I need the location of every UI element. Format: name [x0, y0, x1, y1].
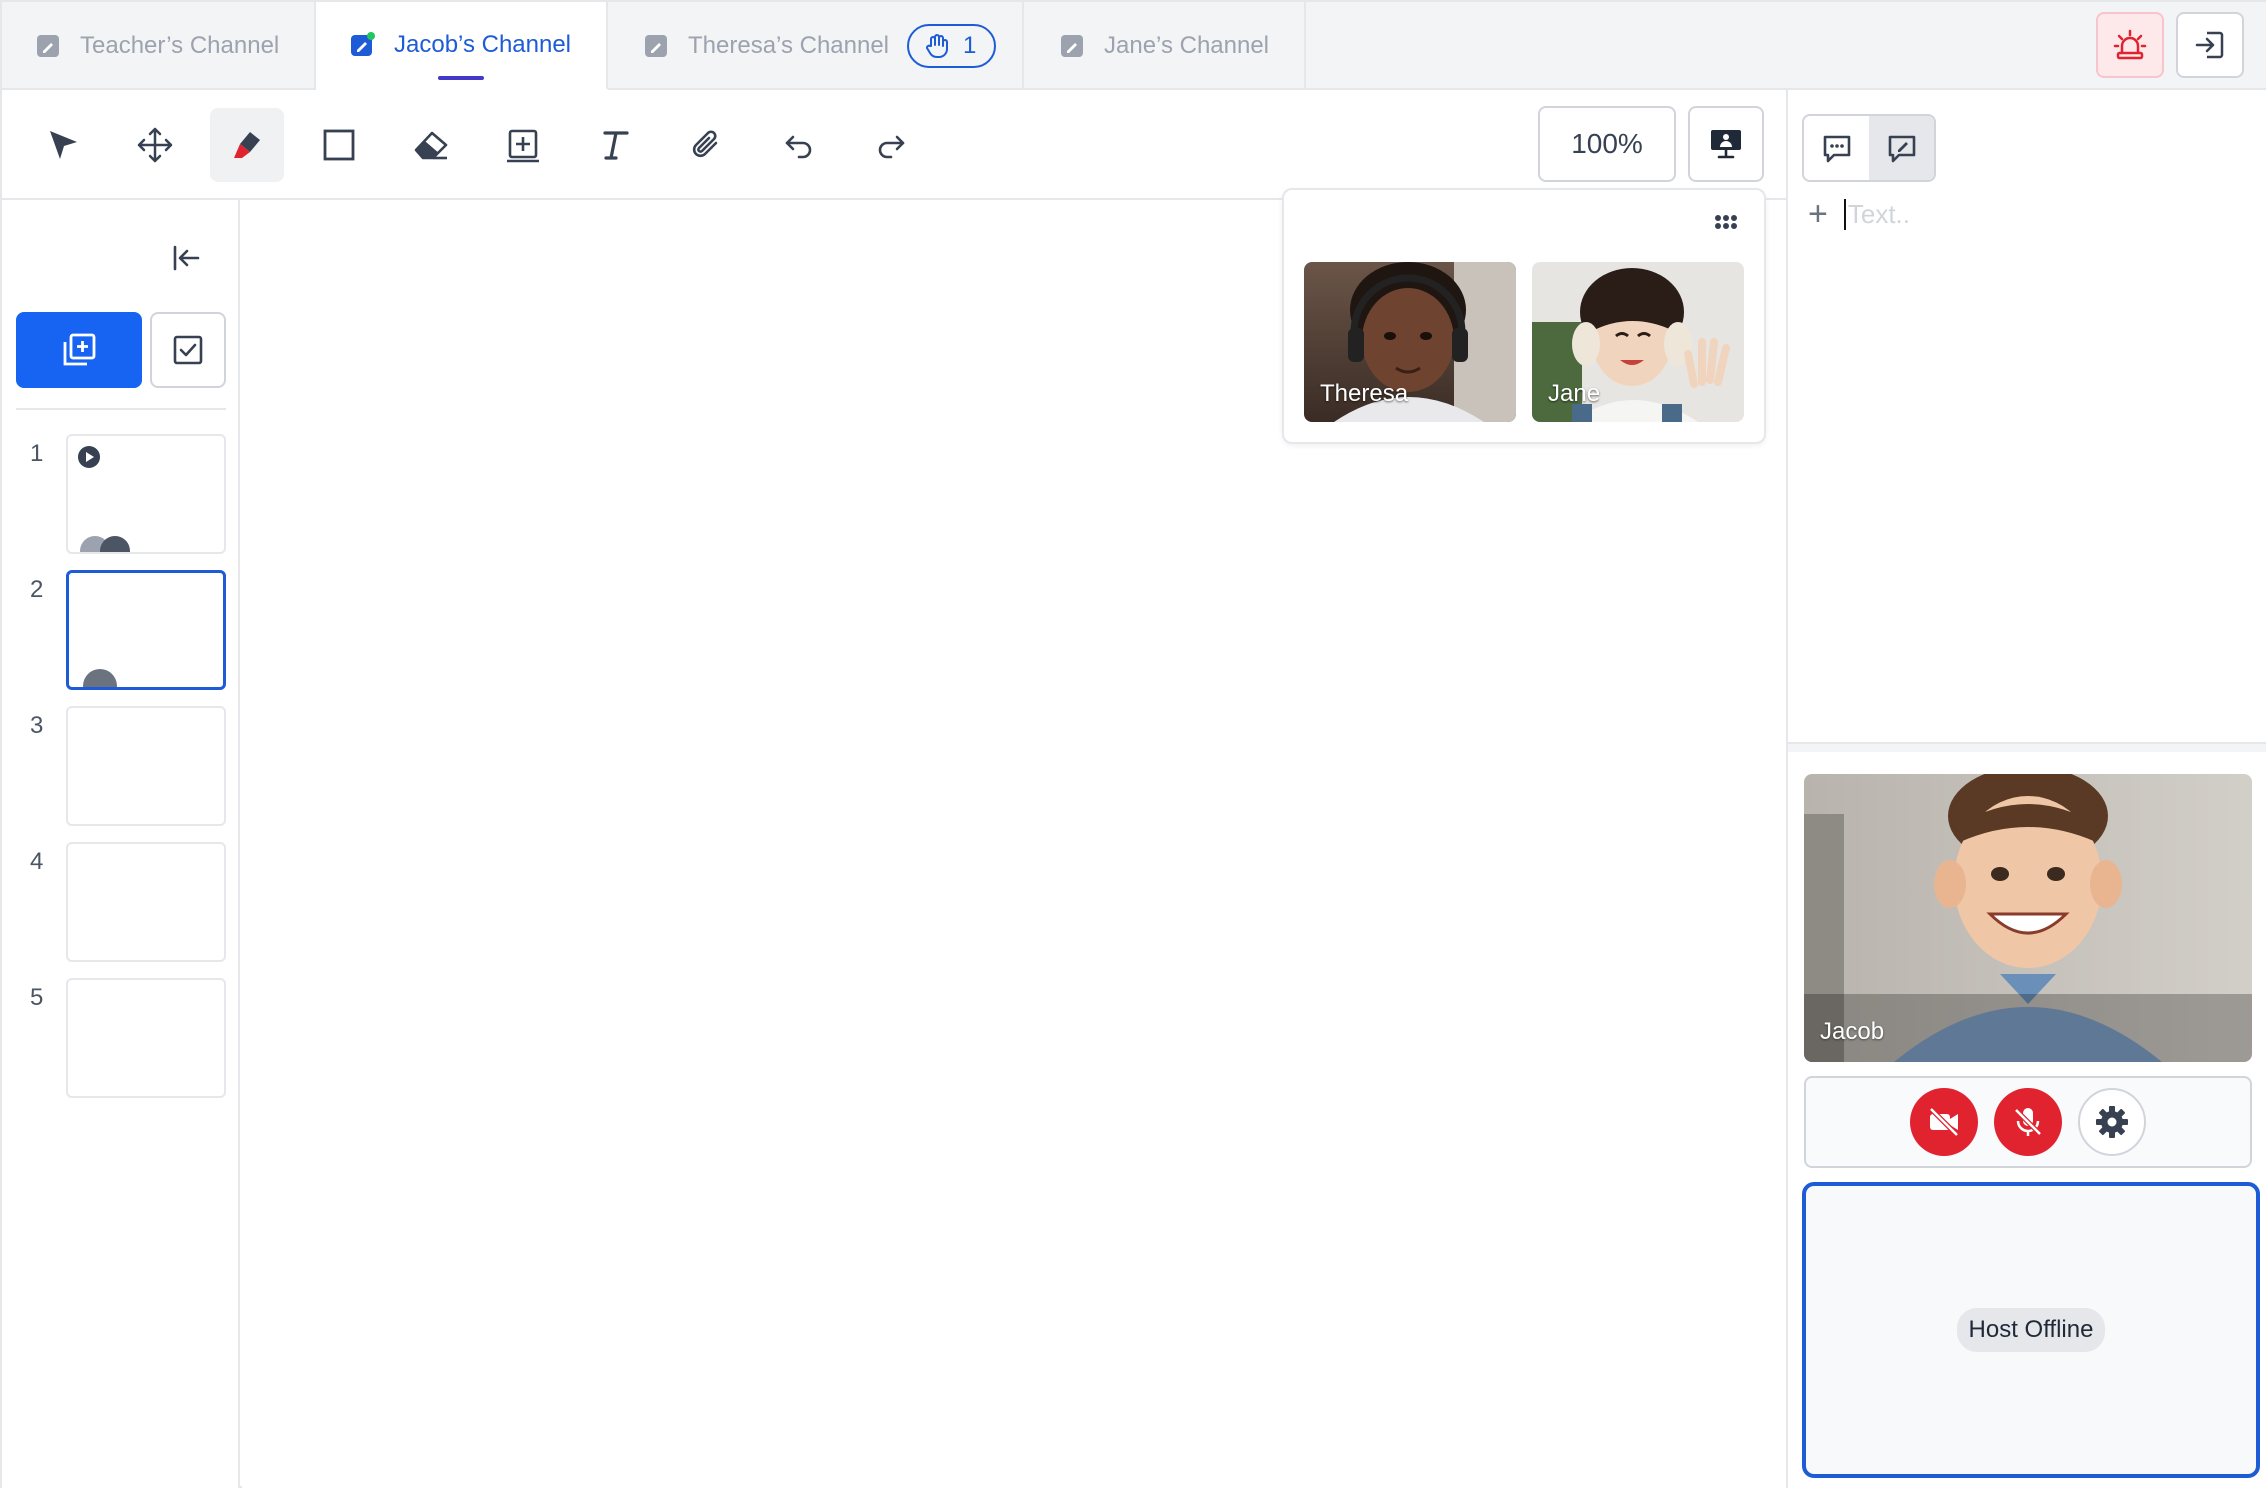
- active-tab-indicator: [438, 76, 484, 80]
- annotation-chat-button[interactable]: [1869, 116, 1934, 180]
- slide-panel: 1 2 3 4 5: [2, 200, 240, 1488]
- present-screen-button[interactable]: [1688, 106, 1764, 182]
- play-icon: [78, 446, 100, 468]
- chat-button[interactable]: [1804, 116, 1869, 180]
- student-name: Jane: [1548, 380, 1601, 407]
- alarm-siren-icon: [2113, 29, 2147, 60]
- tab-label: Jane’s Channel: [1104, 32, 1270, 59]
- slide-thumbnail[interactable]: [66, 706, 226, 826]
- panel-divider: [16, 408, 226, 410]
- avatar: [100, 536, 130, 552]
- exit-icon: [2195, 31, 2224, 59]
- redo-icon: [878, 135, 905, 159]
- slide-thumbnail[interactable]: [66, 978, 226, 1098]
- move-tool-button[interactable]: [118, 108, 192, 182]
- add-slide-icon: [63, 333, 96, 366]
- host-status-badge: Host Offline: [1956, 1308, 2106, 1352]
- students-video-popover: Theresa Jane: [1282, 188, 1766, 444]
- gear-icon: [2096, 1106, 2128, 1138]
- alarm-button[interactable]: [2096, 12, 2164, 78]
- note-input-row: +: [1808, 194, 2248, 234]
- student-name: Theresa: [1320, 380, 1409, 407]
- media-controls-bar: [1804, 1076, 2252, 1168]
- undo-button[interactable]: [762, 108, 836, 182]
- panel-divider: [1788, 742, 2266, 752]
- self-video-tile: Jacob: [1804, 774, 2252, 1062]
- host-video-tile: Host Offline: [1802, 1182, 2260, 1478]
- pen-tool-button[interactable]: [210, 108, 284, 182]
- rectangle-tool-button[interactable]: [302, 108, 376, 182]
- channel-tab-bar: Teacher’s Channel Jacob’s Channel Theres…: [2, 2, 2266, 90]
- chat-mode-toggle: [1802, 114, 1936, 182]
- add-box-icon: [507, 129, 539, 163]
- camera-toggle-button[interactable]: [1910, 1088, 1978, 1156]
- microphone-off-icon: [2014, 1108, 2042, 1136]
- undo-icon: [785, 135, 812, 159]
- edit-note-icon: [645, 35, 667, 57]
- slide-thumbnail[interactable]: [66, 842, 226, 962]
- tab-theresas-channel[interactable]: Theresa’s Channel 1: [608, 2, 1024, 90]
- collapse-left-icon: [173, 245, 200, 271]
- slide-item[interactable]: 1: [2, 434, 240, 556]
- slide-thumbnail-selected[interactable]: [66, 570, 226, 690]
- edit-note-icon: [37, 35, 59, 57]
- slide-item[interactable]: 2: [2, 570, 240, 692]
- student-video-tile[interactable]: Theresa: [1304, 262, 1516, 422]
- chat-bubble-icon: [1823, 135, 1850, 163]
- settings-button[interactable]: [2078, 1088, 2146, 1156]
- right-side-panel: + Jacob: [1786, 90, 2266, 1488]
- text-icon: [603, 131, 629, 160]
- presentation-icon: [1711, 130, 1741, 159]
- rectangle-icon: [323, 129, 355, 161]
- slide-number: 4: [30, 848, 44, 875]
- slide-item[interactable]: 4: [2, 842, 240, 964]
- eraser-tool-button[interactable]: [394, 108, 468, 182]
- pen-icon: [234, 132, 260, 158]
- tab-label: Jacob’s Channel: [394, 31, 572, 58]
- tab-janes-channel[interactable]: Jane’s Channel: [1024, 2, 1306, 90]
- self-name-label: Jacob: [1820, 1018, 1885, 1045]
- camera-off-icon: [1929, 1107, 1959, 1137]
- drawing-toolbar: 100%: [2, 90, 1786, 200]
- slide-number: 5: [30, 984, 44, 1011]
- collapse-panel-button[interactable]: [166, 238, 206, 278]
- zoom-level-button[interactable]: 100%: [1538, 106, 1676, 182]
- select-slides-button[interactable]: [150, 312, 226, 388]
- tab-jacobs-channel[interactable]: Jacob’s Channel: [316, 2, 608, 90]
- raised-hand-icon: [926, 34, 949, 59]
- slide-item[interactable]: 5: [2, 978, 240, 1100]
- note-text-input[interactable]: [1843, 198, 2224, 230]
- move-icon: [137, 127, 173, 163]
- slide-number: 1: [30, 440, 44, 467]
- checkbox-icon: [173, 335, 203, 365]
- slide-item[interactable]: 3: [2, 706, 240, 828]
- add-slide-button[interactable]: [16, 312, 142, 388]
- add-box-tool-button[interactable]: [486, 108, 560, 182]
- app-window: Teacher’s Channel Jacob’s Channel Theres…: [0, 0, 2266, 1488]
- attachment-tool-button[interactable]: [670, 108, 744, 182]
- text-tool-button[interactable]: [578, 108, 652, 182]
- edit-note-icon: [1061, 35, 1083, 57]
- slide-number: 2: [30, 576, 44, 603]
- raised-hand-count: 1: [963, 32, 977, 59]
- grid-menu-icon[interactable]: [1714, 214, 1738, 230]
- avatar: [83, 669, 117, 687]
- edit-note-icon: [351, 32, 375, 56]
- microphone-toggle-button[interactable]: [1994, 1088, 2062, 1156]
- select-arrow-icon: [50, 131, 77, 159]
- slide-thumbnail[interactable]: [66, 434, 226, 554]
- select-tool-button[interactable]: [26, 108, 100, 182]
- tab-label: Theresa’s Channel: [688, 32, 890, 59]
- attachment-icon: [692, 130, 718, 158]
- exit-button[interactable]: [2176, 12, 2244, 78]
- add-icon[interactable]: +: [1808, 197, 1828, 231]
- redo-button[interactable]: [854, 108, 928, 182]
- slide-number: 3: [30, 712, 44, 739]
- tab-teachers-channel[interactable]: Teacher’s Channel: [2, 2, 316, 90]
- edit-chat-icon: [1888, 135, 1915, 163]
- student-video-tile[interactable]: Jane: [1532, 262, 1744, 422]
- eraser-icon: [414, 131, 448, 160]
- raised-hand-badge[interactable]: 1: [907, 24, 997, 68]
- tab-label: Teacher’s Channel: [80, 32, 280, 59]
